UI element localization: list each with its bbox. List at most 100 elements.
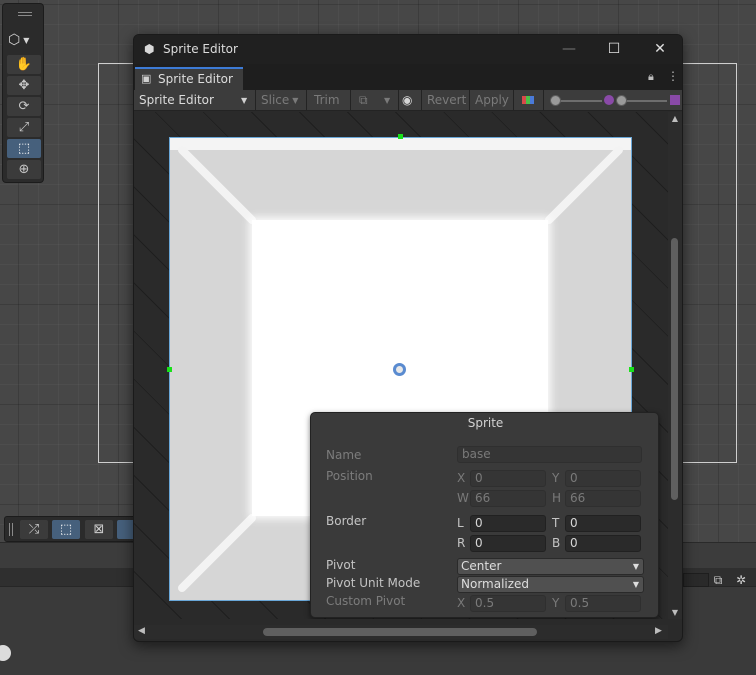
sprite-editor-icon: ▣ — [141, 72, 152, 85]
sprite-canvas[interactable]: Sprite Name base Position X 0 Y 0 W 66 H… — [134, 112, 668, 619]
chevron-down-icon: ▼ — [632, 580, 639, 589]
color-channel-icon[interactable] — [522, 96, 534, 104]
pivot-dropdown[interactable]: Center ▼ — [457, 558, 644, 575]
toolbar-separator — [513, 90, 514, 111]
position-h-field[interactable]: 66 — [565, 490, 641, 507]
chevron-down-icon: ▼ — [23, 36, 30, 45]
maximize-button[interactable]: ☐ — [603, 39, 625, 59]
overlay-toolbar: ⤮ ⬚ ⊠ — [4, 516, 140, 542]
horizontal-scroll-thumb[interactable] — [263, 628, 537, 636]
position-y-field[interactable]: 0 — [565, 470, 641, 487]
position-w-field[interactable]: 66 — [470, 490, 546, 507]
revert-button[interactable]: Revert — [427, 90, 466, 111]
t-label: T — [552, 516, 560, 530]
r-label: R — [457, 536, 466, 550]
slice-dropdown[interactable]: Slice ▼ — [261, 90, 298, 111]
rect-select-icon[interactable]: ⬚ — [52, 520, 80, 539]
pivot-value: Center — [461, 559, 502, 573]
kebab-menu-icon[interactable]: ⋮ — [667, 69, 679, 83]
trim-button[interactable]: Trim — [314, 90, 340, 111]
mip-slider-track[interactable] — [620, 100, 667, 102]
pivot-unit-value: Normalized — [461, 577, 530, 591]
name-field[interactable]: base — [457, 446, 642, 463]
mode-dropdown[interactable]: Sprite Editor — [139, 90, 214, 111]
shuffle-icon[interactable]: ⤮ — [20, 520, 48, 539]
vertical-scroll-thumb[interactable] — [671, 238, 678, 500]
minimize-button[interactable]: — — [558, 39, 580, 59]
tab-sprite-editor[interactable]: ▣ Sprite Editor — [135, 67, 243, 90]
toolbar-separator — [421, 90, 422, 111]
custom-x-label: X — [457, 596, 466, 610]
toolbar-separator — [255, 90, 256, 111]
l-label: L — [457, 516, 464, 530]
move-tool-icon[interactable]: ✥ — [7, 76, 41, 95]
custom-pivot-y-field[interactable]: 0.5 — [565, 595, 641, 612]
lock-icon[interactable]: 🔒︎ — [648, 70, 654, 84]
border-left-field[interactable]: 0 — [470, 515, 546, 532]
pivot-unit-dropdown[interactable]: Normalized ▼ — [457, 576, 644, 593]
zoom-slider-handle[interactable] — [550, 95, 561, 106]
grip-line — [18, 12, 32, 13]
position-label: Position — [326, 469, 373, 483]
custom-pivot-label: Custom Pivot — [326, 594, 406, 608]
rect-tool-icon[interactable]: ⬚ — [7, 139, 41, 158]
scroll-left-icon[interactable]: ◀ — [138, 626, 145, 636]
mip-slider-handle[interactable] — [616, 95, 627, 106]
scroll-up-icon[interactable]: ▲ — [670, 114, 680, 123]
pivot-label: Pivot — [326, 558, 356, 572]
position-x-field[interactable]: 0 — [470, 470, 546, 487]
alpha-icon[interactable] — [670, 95, 680, 105]
tab-strip: ▣ Sprite Editor 🔒︎ ⋮ — [134, 64, 682, 90]
sprite-shape-icon[interactable]: ⊠ — [85, 520, 113, 539]
sprite-editor-window: ⬢ Sprite Editor — ☐ ✕ ▣ Sprite Editor 🔒︎… — [133, 34, 683, 642]
vertical-scrollbar[interactable]: ▲ ▼ — [668, 112, 682, 619]
pivot-unit-label: Pivot Unit Mode — [326, 576, 421, 590]
filter-icon[interactable]: ✲ — [733, 572, 749, 588]
sprite-editor-toolbar: Sprite Editor ▼ Slice ▼ Trim ⧉ ▼ ◉ Revert… — [134, 90, 682, 111]
zoom-slider-track[interactable] — [555, 100, 602, 102]
mode-label: Sprite Editor — [139, 93, 214, 107]
toolbar-separator — [398, 90, 399, 111]
name-label: Name — [326, 448, 362, 462]
scale-tool-icon[interactable]: ⤢ — [7, 118, 41, 137]
tab-label: Sprite Editor — [158, 72, 233, 86]
view-options-dropdown[interactable]: ⬡ ▼ — [8, 29, 40, 51]
hand-tool-icon[interactable]: ✋ — [7, 55, 41, 74]
x-label: X — [457, 471, 466, 485]
w-label: W — [457, 491, 469, 505]
search-scene-icon[interactable]: ⧉ — [710, 572, 726, 588]
apply-button[interactable]: Apply — [475, 90, 509, 111]
rotate-tool-icon[interactable]: ⟳ — [7, 97, 41, 116]
window-title: Sprite Editor — [163, 42, 238, 56]
horizontal-scrollbar[interactable]: ◀ ▶ — [134, 625, 668, 639]
border-right-field[interactable]: 0 — [470, 535, 546, 552]
border-top-field[interactable]: 0 — [565, 515, 641, 532]
border-bottom-field[interactable]: 0 — [565, 535, 641, 552]
custom-y-label: Y — [552, 596, 560, 610]
cube-icon: ⬡ — [8, 32, 21, 48]
resize-handle-right[interactable] — [629, 367, 634, 372]
scroll-right-icon[interactable]: ▶ — [655, 626, 662, 636]
pivot-handle[interactable] — [393, 363, 406, 376]
window-titlebar[interactable]: ⬢ Sprite Editor — ☐ ✕ — [134, 35, 682, 64]
grip-line — [12, 523, 13, 536]
close-button[interactable]: ✕ — [649, 39, 671, 59]
eye-icon[interactable]: ◉ — [402, 90, 412, 111]
toolbar-separator — [543, 90, 544, 111]
chevron-down-icon[interactable]: ▼ — [384, 90, 390, 111]
y-label: Y — [552, 471, 560, 485]
outline-tool-icon[interactable]: ⧉ — [359, 90, 368, 111]
border-label: Border — [326, 514, 367, 528]
custom-pivot-x-field[interactable]: 0.5 — [470, 595, 546, 612]
grip-line — [18, 15, 32, 16]
transform-tool-icon[interactable]: ⊕ — [7, 160, 41, 179]
b-label: B — [552, 536, 561, 550]
panel-title: Sprite — [467, 416, 504, 430]
resize-handle-top[interactable] — [398, 134, 403, 139]
grip-line — [9, 523, 10, 536]
scroll-down-icon[interactable]: ▼ — [670, 608, 680, 617]
toolbar-separator — [350, 90, 351, 111]
bottom-field[interactable] — [683, 573, 709, 587]
chevron-down-icon: ▼ — [632, 562, 639, 571]
resize-handle-left[interactable] — [167, 367, 172, 372]
